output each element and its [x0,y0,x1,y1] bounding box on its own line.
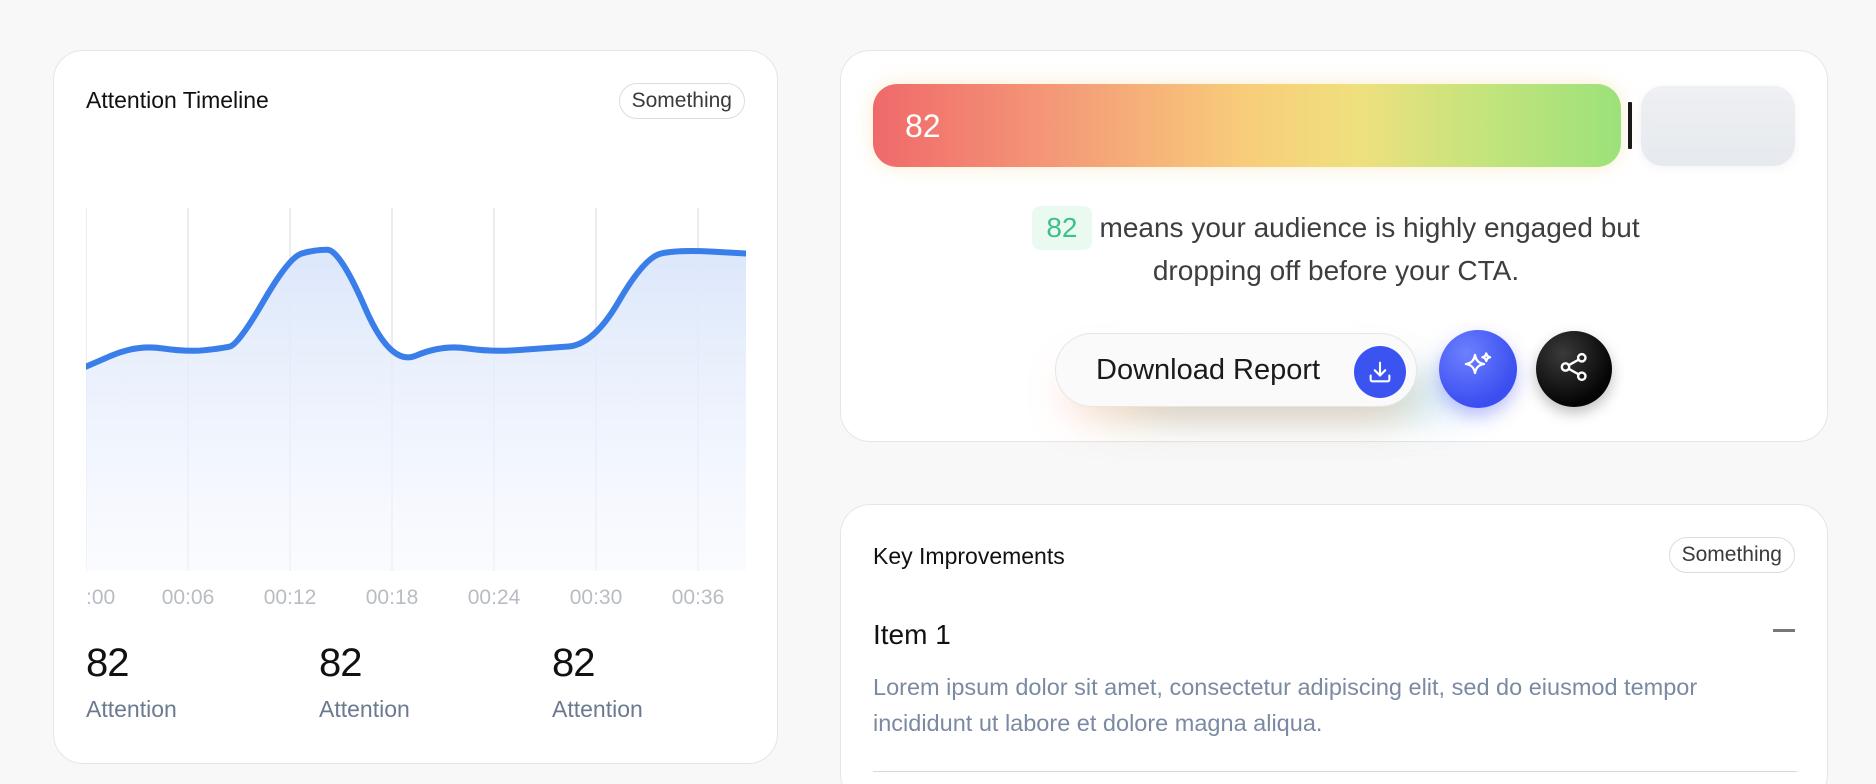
x-tick-label: 00:24 [468,586,521,609]
score-description: 82 means your audience is highly engaged … [1026,206,1646,292]
x-tick-label: 00:30 [570,586,623,609]
improvements-title: Key Improvements [873,543,1065,569]
x-tick-label: 00:06 [162,586,215,609]
x-tick-label: 00:36 [672,586,725,609]
ai-sparkle-button[interactable] [1439,330,1517,408]
score-marker[interactable] [1628,102,1632,149]
sparkle-icon [1460,349,1496,390]
share-button[interactable] [1536,331,1612,407]
stat-label: Attention [319,696,410,722]
improvement-item-body: Lorem ipsum dolor sit amet, consectetur … [873,674,1698,736]
x-axis-ticks: :00 00:06 00:12 00:18 00:24 00:30 00:36 [86,586,724,609]
score-card: 82 82 means your audience is highly engag… [840,50,1828,442]
download-report-button[interactable]: Download Report [1055,333,1417,407]
stat-2: 82 Attention [319,641,410,723]
attention-timeline-card: Attention Timeline Something :00 00:06 00:… [53,50,778,764]
collapse-icon[interactable] [1773,629,1795,632]
share-icon [1557,350,1591,389]
timeline-badge[interactable]: Something [618,83,745,119]
x-tick-label: :00 [86,586,115,609]
download-report-label: Download Report [1096,354,1321,386]
stat-value: 82 [86,641,129,685]
key-improvements-card: Key Improvements Something Item 1 Lorem … [840,504,1828,784]
score-description-text: means your audience is highly engaged bu… [1099,212,1640,286]
x-tick-label: 00:12 [264,586,317,609]
improvement-item-title[interactable]: Item 1 [873,619,951,651]
divider [873,771,1797,772]
attention-area [86,249,746,572]
score-bar: 82 [873,84,1621,167]
score-bar-value: 82 [905,108,941,144]
attention-chart: :00 00:06 00:12 00:18 00:24 00:30 00:36 [86,208,746,609]
score-badge: 82 [1032,206,1092,250]
stat-1: 82 Attention [86,641,177,723]
stat-3: 82 Attention [552,641,643,723]
stat-label: Attention [552,696,643,722]
stat-value: 82 [319,641,362,685]
download-icon[interactable] [1354,346,1406,398]
timeline-title: Attention Timeline [86,87,269,113]
improvements-badge[interactable]: Something [1668,537,1795,573]
stat-label: Attention [86,696,177,722]
score-bar-remainder [1641,86,1795,166]
x-tick-label: 00:18 [366,586,419,609]
stat-value: 82 [552,641,595,685]
